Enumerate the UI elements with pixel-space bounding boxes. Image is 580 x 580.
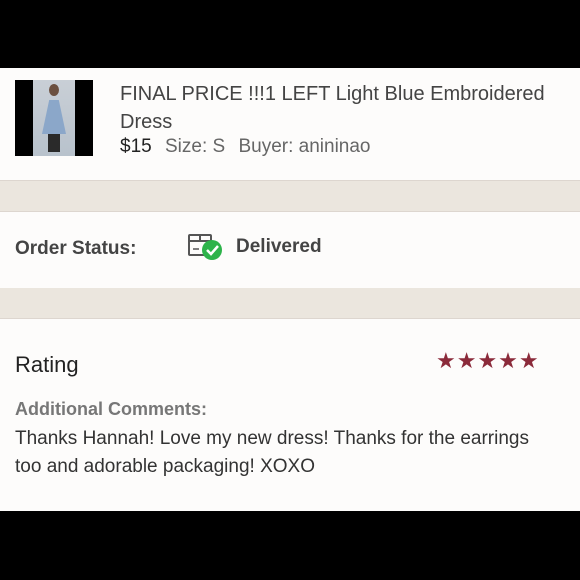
photo-head xyxy=(49,84,59,96)
photo-dress xyxy=(42,100,66,134)
item-price: $15 xyxy=(120,136,152,157)
bottom-black-band xyxy=(0,511,580,580)
item-meta: $15 Size: S Buyer: anininao xyxy=(120,136,371,158)
item-size: Size: S xyxy=(164,136,226,157)
item-buyer: Buyer: anininao xyxy=(238,136,371,157)
item-title[interactable]: FINAL PRICE !!!1 LEFT Light Blue Embroid… xyxy=(120,80,570,136)
rating-title: Rating xyxy=(15,352,79,377)
comments-label: Additional Comments: xyxy=(15,399,207,419)
item-thumbnail[interactable] xyxy=(15,80,93,156)
section-separator xyxy=(0,288,580,318)
order-status-value: Delivered xyxy=(236,236,322,257)
package-delivered-icon xyxy=(188,234,222,260)
star-rating: ★★★★★ xyxy=(436,348,540,373)
dress-photo xyxy=(33,80,75,156)
top-black-band xyxy=(0,0,580,68)
order-status-label: Order Status: xyxy=(15,238,137,259)
comments-text: Thanks Hannah! Love my new dress! Thanks… xyxy=(15,428,529,477)
photo-legs xyxy=(48,134,60,152)
section-separator xyxy=(0,181,580,211)
